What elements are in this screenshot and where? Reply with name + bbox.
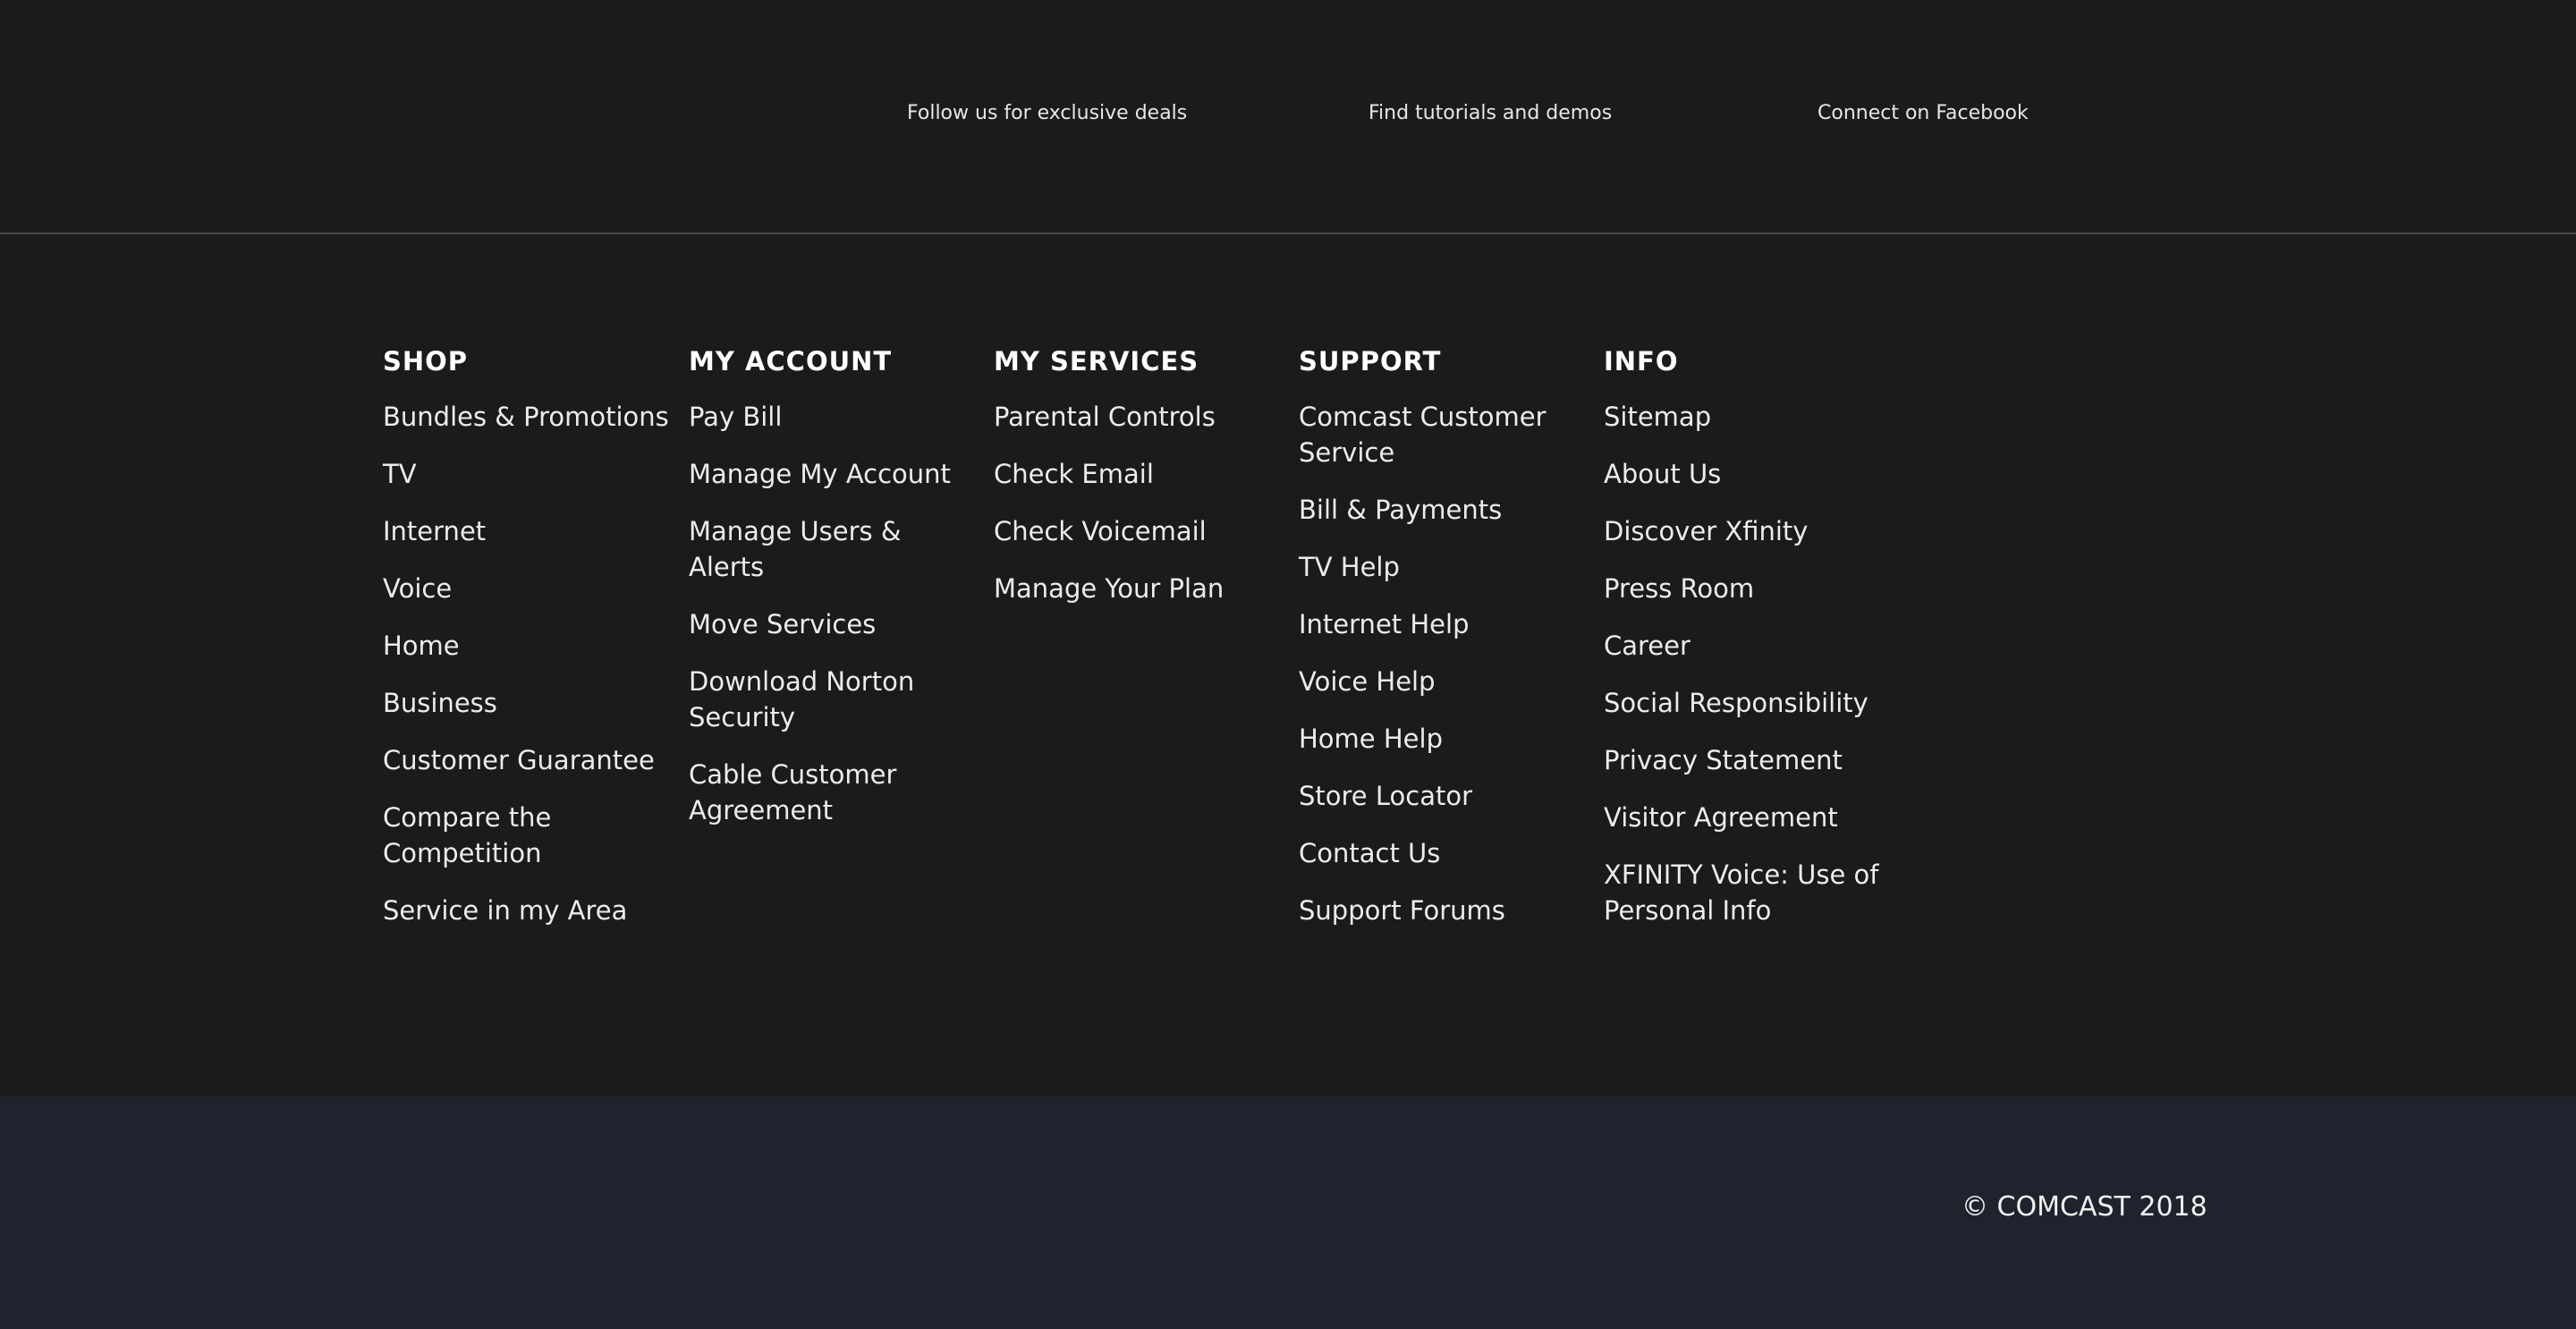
nav-heading: MY SERVICES — [994, 346, 1199, 377]
nav-link-home[interactable]: Home — [383, 628, 669, 664]
nav-link-voice-personal-info[interactable]: XFINITY Voice: Use of Personal Info — [1604, 857, 1890, 928]
nav-link-cable-agreement[interactable]: Cable Customer Agreement — [689, 757, 975, 828]
nav-link-about-us[interactable]: About Us — [1604, 456, 1890, 492]
nav-link-customer-service[interactable]: Comcast Customer Service — [1299, 399, 1585, 470]
copyright-text: © COMCAST 2018 — [1962, 1191, 2207, 1223]
nav-link-customer-guarantee[interactable]: Customer Guarantee — [383, 742, 669, 778]
social-link-facebook[interactable]: Connect on Facebook — [1818, 102, 2029, 124]
nav-link-discover-xfinity[interactable]: Discover Xfinity — [1604, 513, 1890, 549]
nav-link-business[interactable]: Business — [383, 685, 669, 721]
nav-link-manage-my-account[interactable]: Manage My Account — [689, 456, 975, 492]
nav-link-sitemap[interactable]: Sitemap — [1604, 399, 1890, 435]
nav-link-internet-help[interactable]: Internet Help — [1299, 606, 1585, 642]
nav-column-shop: SHOP Bundles & Promotions TV Internet Vo… — [383, 343, 669, 950]
nav-column-info: INFO Sitemap About Us Discover Xfinity P… — [1604, 343, 1890, 950]
social-bar: Follow us for exclusive deals Find tutor… — [0, 0, 2576, 234]
nav-list: Pay Bill Manage My Account Manage Users … — [689, 399, 975, 828]
nav-column-my-account: MY ACCOUNT Pay Bill Manage My Account Ma… — [689, 343, 975, 850]
nav-link-compare-competition[interactable]: Compare the Competition — [383, 800, 669, 871]
nav-link-bill-payments[interactable]: Bill & Payments — [1299, 492, 1585, 528]
nav-link-privacy-statement[interactable]: Privacy Statement — [1604, 742, 1890, 778]
nav-link-check-email[interactable]: Check Email — [994, 456, 1280, 492]
nav-link-support-forums[interactable]: Support Forums — [1299, 893, 1585, 928]
nav-link-home-help[interactable]: Home Help — [1299, 721, 1585, 757]
nav-heading: INFO — [1604, 346, 1679, 377]
nav-list: Comcast Customer Service Bill & Payments… — [1299, 399, 1585, 928]
nav-link-manage-users-alerts[interactable]: Manage Users & Alerts — [689, 513, 975, 585]
social-link-tutorials[interactable]: Find tutorials and demos — [1368, 102, 1612, 124]
nav-link-internet[interactable]: Internet — [383, 513, 669, 549]
nav-column-support: SUPPORT Comcast Customer Service Bill & … — [1299, 343, 1585, 950]
nav-link-tv[interactable]: TV — [383, 456, 669, 492]
nav-link-press-room[interactable]: Press Room — [1604, 571, 1890, 606]
nav-list: Parental Controls Check Email Check Voic… — [994, 399, 1280, 606]
nav-link-contact-us[interactable]: Contact Us — [1299, 835, 1585, 871]
nav-link-check-voicemail[interactable]: Check Voicemail — [994, 513, 1280, 549]
nav-link-voice[interactable]: Voice — [383, 571, 669, 606]
nav-link-download-norton[interactable]: Download Norton Security — [689, 664, 975, 735]
nav-link-service-in-area[interactable]: Service in my Area — [383, 893, 669, 928]
nav-link-bundles-promotions[interactable]: Bundles & Promotions — [383, 399, 669, 435]
nav-link-voice-help[interactable]: Voice Help — [1299, 664, 1585, 699]
nav-link-parental-controls[interactable]: Parental Controls — [994, 399, 1280, 435]
nav-link-career[interactable]: Career — [1604, 628, 1890, 664]
nav-link-visitor-agreement[interactable]: Visitor Agreement — [1604, 800, 1890, 835]
nav-link-pay-bill[interactable]: Pay Bill — [689, 399, 975, 435]
nav-link-move-services[interactable]: Move Services — [689, 606, 975, 642]
nav-list: Bundles & Promotions TV Internet Voice H… — [383, 399, 669, 928]
nav-heading: MY ACCOUNT — [689, 346, 893, 377]
nav-link-social-responsibility[interactable]: Social Responsibility — [1604, 685, 1890, 721]
social-link-deals[interactable]: Follow us for exclusive deals — [907, 102, 1187, 124]
nav-link-tv-help[interactable]: TV Help — [1299, 549, 1585, 585]
nav-list: Sitemap About Us Discover Xfinity Press … — [1604, 399, 1890, 928]
nav-column-my-services: MY SERVICES Parental Controls Check Emai… — [994, 343, 1280, 628]
footer-nav: SHOP Bundles & Promotions TV Internet Vo… — [0, 234, 2576, 1096]
nav-heading: SUPPORT — [1299, 346, 1442, 377]
bottom-bar: © COMCAST 2018 — [0, 1096, 2576, 1329]
nav-link-manage-your-plan[interactable]: Manage Your Plan — [994, 571, 1280, 606]
nav-heading: SHOP — [383, 346, 469, 377]
nav-link-store-locator[interactable]: Store Locator — [1299, 778, 1585, 814]
